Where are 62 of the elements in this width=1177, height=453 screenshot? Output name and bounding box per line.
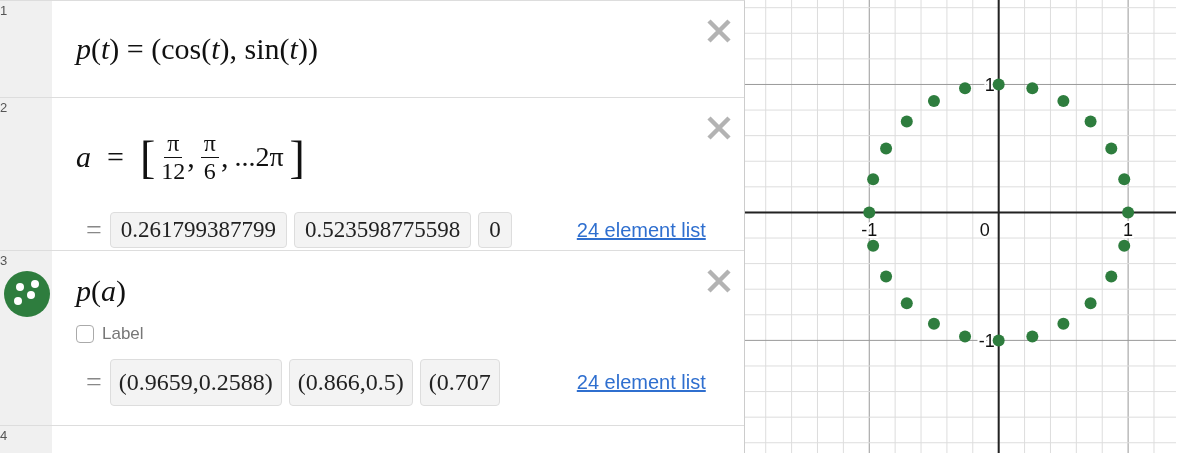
math-expression: p(t) = (cos(t), sin(t)) — [76, 32, 318, 66]
list-value: (0.9659,0.2588) — [109, 358, 282, 406]
data-point — [959, 330, 972, 343]
row-number: 2 — [0, 100, 8, 115]
data-point — [1122, 206, 1135, 219]
list-value: 0.261799387799 — [109, 212, 288, 248]
fraction-denominator: 12 — [161, 157, 186, 184]
data-point — [1118, 239, 1131, 252]
data-point — [1084, 115, 1097, 128]
data-point — [863, 206, 876, 219]
list-value: (0.707 — [419, 358, 500, 406]
list-tail: ...2π — [234, 141, 284, 173]
x-tick-label: -1 — [861, 220, 878, 241]
x-tick-label: 1 — [1123, 220, 1134, 241]
equals-sign: = — [86, 214, 102, 246]
comma: , — [220, 140, 229, 174]
data-point — [1057, 95, 1070, 108]
data-point — [1057, 317, 1070, 330]
y-tick-label: -1 — [978, 331, 995, 352]
bracket: [ — [139, 130, 156, 184]
data-point — [927, 95, 940, 108]
data-point — [1105, 142, 1118, 155]
variable-name: a — [76, 140, 91, 174]
row-number: 1 — [0, 3, 8, 18]
list-value: 0.523598775598 — [294, 212, 472, 248]
data-point — [880, 270, 893, 283]
fraction-numerator: π — [164, 130, 183, 158]
row-number: 4 — [0, 428, 8, 443]
fraction-numerator: π — [200, 130, 219, 158]
points-style-icon[interactable] — [4, 271, 50, 317]
data-point — [867, 173, 880, 186]
data-point — [959, 82, 972, 95]
bracket: ] — [289, 130, 305, 184]
row-number: 3 — [0, 253, 8, 268]
data-point — [1026, 330, 1039, 343]
data-point — [927, 317, 940, 330]
data-point — [992, 334, 1005, 347]
element-count-link[interactable]: 24 element list — [576, 370, 706, 394]
list-value: 0 — [478, 212, 512, 248]
data-point — [1026, 82, 1039, 95]
fraction-denominator: 6 — [203, 157, 216, 184]
close-icon[interactable] — [706, 268, 732, 294]
equals-sign: = — [86, 366, 102, 398]
data-point — [900, 115, 913, 128]
close-icon[interactable] — [706, 115, 732, 141]
data-point — [1084, 297, 1097, 310]
equals-sign: = — [107, 140, 124, 174]
close-icon[interactable] — [706, 18, 732, 44]
data-point — [880, 142, 893, 155]
checkbox[interactable] — [76, 325, 94, 343]
data-point — [1105, 270, 1118, 283]
element-count-link[interactable]: 24 element list — [576, 218, 706, 242]
math-expression: p(a) — [76, 274, 126, 308]
list-value: (0.866,0.5) — [288, 358, 413, 406]
comma: , — [187, 140, 195, 174]
data-point — [900, 297, 913, 310]
y-tick-label: 1 — [984, 75, 995, 96]
data-point — [1118, 173, 1131, 186]
checkbox-label: Label — [102, 324, 144, 344]
data-point — [992, 78, 1005, 91]
data-point — [867, 239, 880, 252]
origin-label: 0 — [979, 220, 990, 241]
